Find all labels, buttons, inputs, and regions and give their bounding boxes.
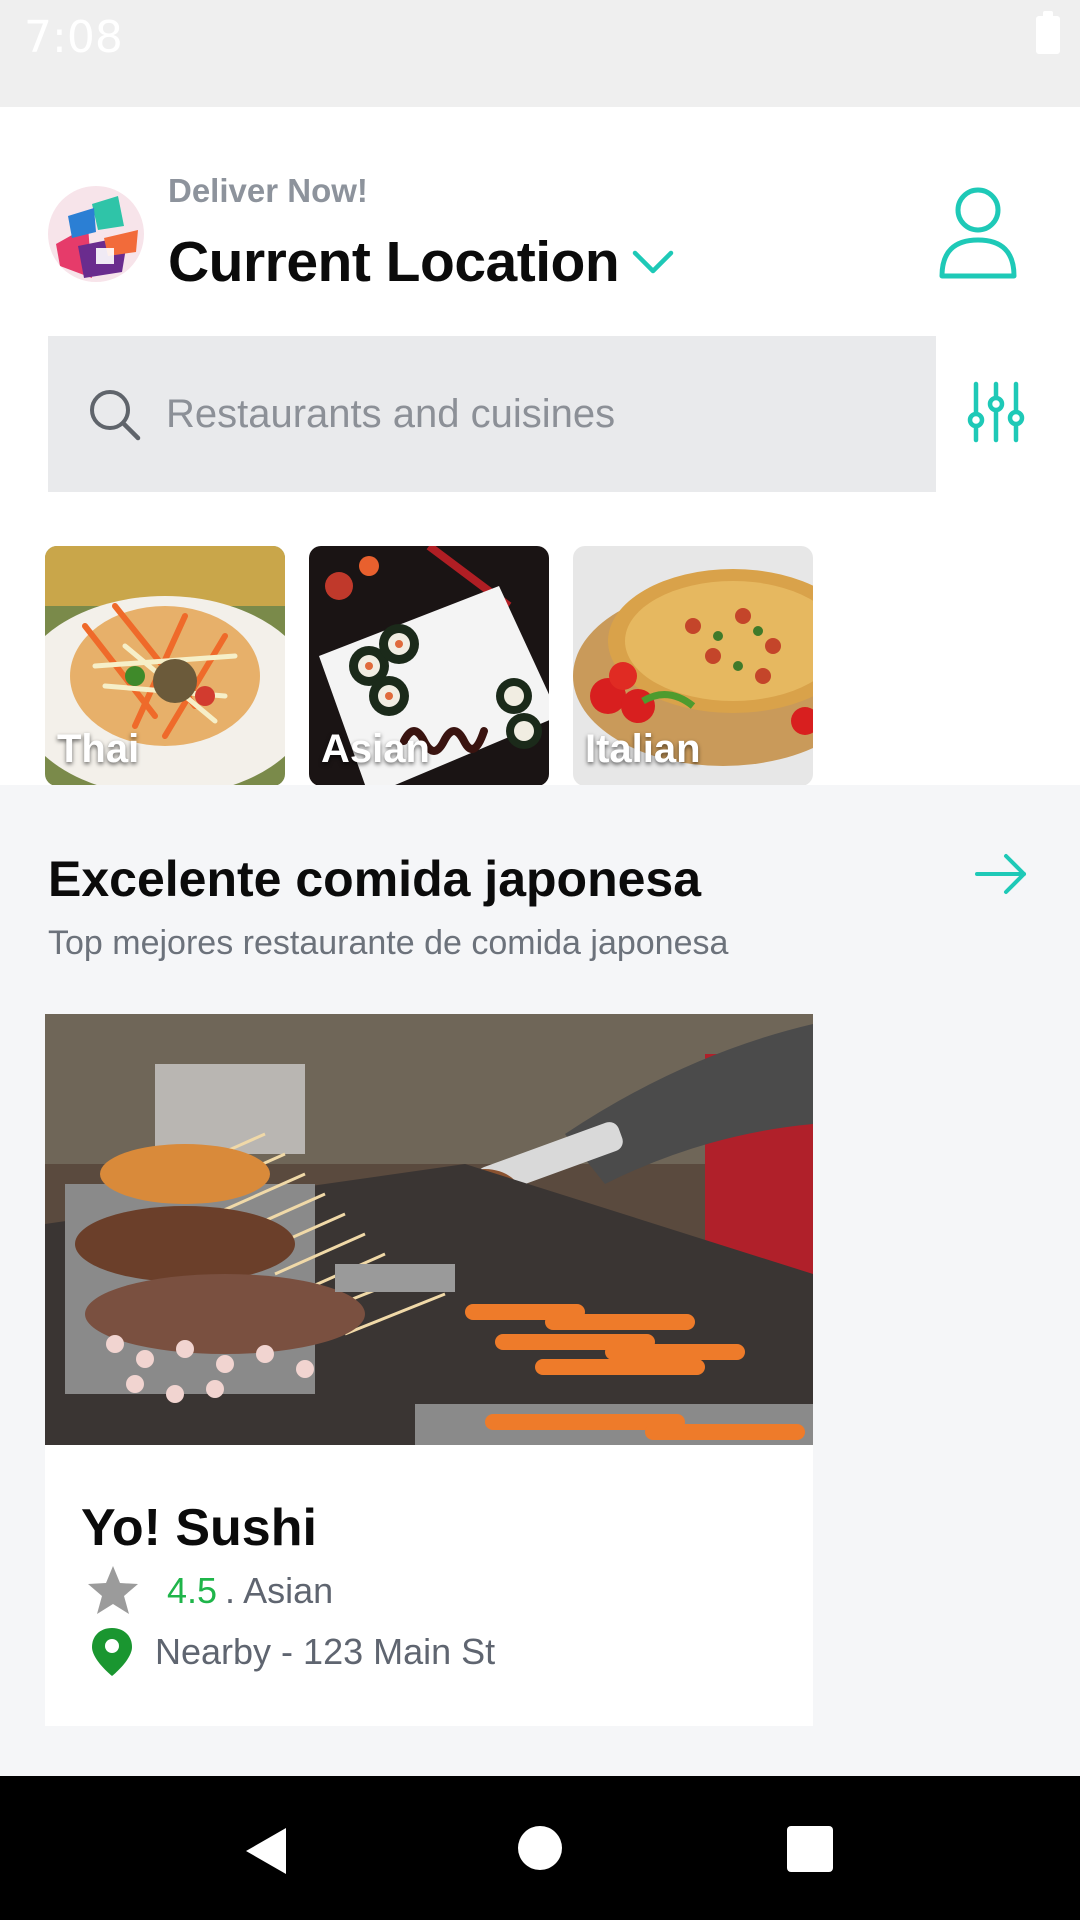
restaurant-card[interactable]: Yo! Sushi 4.5 . Asian Nearby - 123 Main … bbox=[45, 1014, 813, 1726]
sliders-icon bbox=[967, 381, 1025, 443]
chevron-down-icon bbox=[632, 250, 674, 274]
app-logo bbox=[48, 186, 144, 282]
category-list: Thai Asian Italian bbox=[45, 546, 813, 786]
home-icon[interactable] bbox=[518, 1826, 562, 1870]
location-selector[interactable]: Current Location bbox=[168, 224, 675, 300]
status-time: 7:08 bbox=[24, 12, 123, 63]
restaurant-photo bbox=[45, 1014, 813, 1445]
star-icon bbox=[88, 1566, 138, 1614]
arrow-right-icon bbox=[975, 854, 1026, 894]
rating-value: 4.5 bbox=[167, 1570, 218, 1611]
search-placeholder: Restaurants and cuisines bbox=[166, 391, 616, 436]
restaurant-name: Yo! Sushi bbox=[81, 1499, 317, 1557]
address-row: Nearby - 123 Main St bbox=[85, 1622, 495, 1682]
battery-icon bbox=[1036, 11, 1060, 54]
see-all-button[interactable] bbox=[974, 852, 1028, 896]
deliver-now-label: Deliver Now! bbox=[168, 172, 368, 209]
category-card-italian[interactable]: Italian bbox=[573, 546, 813, 786]
category-label: Asian bbox=[321, 727, 430, 771]
category-card-asian[interactable]: Asian bbox=[309, 546, 549, 786]
cuisine-text: . Asian bbox=[225, 1570, 334, 1611]
category-card-thai[interactable]: Thai bbox=[45, 546, 285, 786]
section-subtitle: Top mejores restaurante de comida japone… bbox=[48, 924, 729, 962]
search-input[interactable]: Restaurants and cuisines bbox=[48, 336, 936, 492]
recents-icon[interactable] bbox=[787, 1826, 833, 1872]
category-label: Thai bbox=[57, 727, 140, 771]
status-bar: 7:08 bbox=[0, 0, 1080, 107]
profile-button[interactable] bbox=[936, 184, 1020, 284]
category-label: Italian bbox=[585, 727, 701, 771]
rating-row: 4.5 . Asian bbox=[85, 1560, 333, 1622]
search-icon bbox=[90, 390, 141, 441]
user-icon bbox=[939, 187, 1017, 279]
current-location-title: Current Location bbox=[168, 230, 620, 294]
section-title: Excelente comida japonesa bbox=[48, 851, 702, 907]
address-text: Nearby - 123 Main St bbox=[155, 1631, 496, 1672]
filter-button[interactable] bbox=[964, 380, 1028, 444]
back-icon[interactable] bbox=[244, 1826, 288, 1876]
map-pin-icon bbox=[92, 1628, 132, 1676]
